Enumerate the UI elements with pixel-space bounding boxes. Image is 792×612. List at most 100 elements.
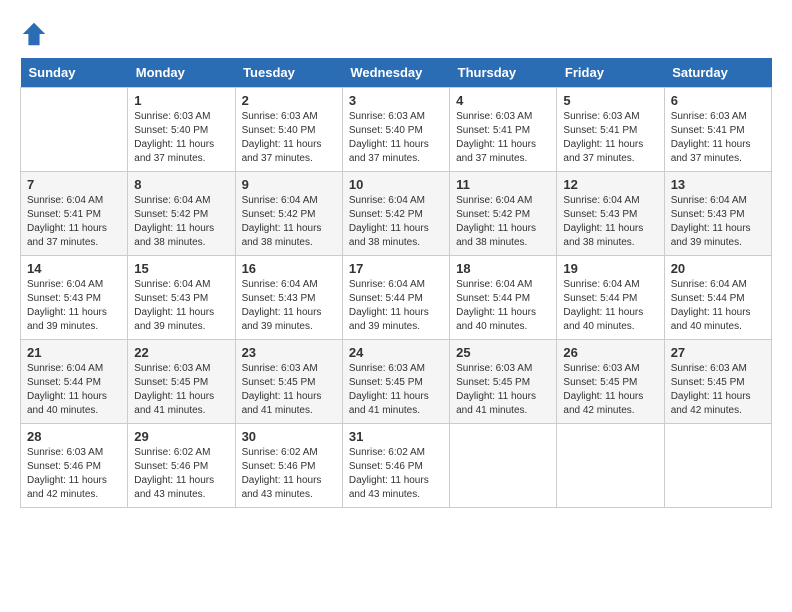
daylight-text: Daylight: 11 hours and 41 minutes. (349, 391, 429, 416)
calendar-cell-w3-d4: 17Sunrise: 6:04 AMSunset: 5:44 PMDayligh… (342, 256, 449, 340)
sunset-text: Sunset: 5:46 PM (134, 461, 208, 472)
day-number: 5 (563, 93, 657, 108)
day-number: 31 (349, 429, 443, 444)
calendar-cell-w5-d7 (664, 424, 771, 508)
daylight-text: Daylight: 11 hours and 42 minutes. (671, 391, 751, 416)
calendar-cell-w2-d2: 8Sunrise: 6:04 AMSunset: 5:42 PMDaylight… (128, 172, 235, 256)
calendar-cell-w1-d1 (21, 88, 128, 172)
calendar-cell-w4-d1: 21Sunrise: 6:04 AMSunset: 5:44 PMDayligh… (21, 340, 128, 424)
sunrise-text: Sunrise: 6:03 AM (349, 111, 425, 122)
day-number: 11 (456, 177, 550, 192)
sunset-text: Sunset: 5:44 PM (27, 377, 101, 388)
day-number: 25 (456, 345, 550, 360)
daylight-text: Daylight: 11 hours and 39 minutes. (349, 307, 429, 332)
day-number: 3 (349, 93, 443, 108)
day-number: 24 (349, 345, 443, 360)
day-detail: Sunrise: 6:03 AM Sunset: 5:46 PM Daylight:… (27, 446, 121, 502)
day-detail: Sunrise: 6:03 AMSunset: 5:41 PMDaylight:… (563, 110, 657, 166)
calendar-week-4: 21Sunrise: 6:04 AMSunset: 5:44 PMDayligh… (21, 340, 772, 424)
calendar-cell-w5-d4: 31Sunrise: 6:02 AMSunset: 5:46 PMDayligh… (342, 424, 449, 508)
calendar-cell-w1-d4: 3 Sunrise: 6:03 AM Sunset: 5:40 PM Daylight… (342, 88, 449, 172)
sunrise-text: Sunrise: 6:04 AM (349, 279, 425, 290)
daylight-text: Daylight: 11 hours and 41 minutes. (456, 391, 536, 416)
day-number: 9 (242, 177, 336, 192)
daylight-text: Daylight: 11 hours and 42 minutes. (27, 475, 107, 500)
sunset-text: Sunset: 5:40 PM (242, 125, 316, 136)
sunrise-text: Sunrise: 6:03 AM (671, 111, 747, 122)
day-detail: Sunrise: 6:04 AMSunset: 5:44 PMDaylight:… (27, 362, 121, 418)
sunrise-text: Sunrise: 6:02 AM (242, 447, 318, 458)
calendar-cell-w5-d3: 30Sunrise: 6:02 AMSunset: 5:46 PMDayligh… (235, 424, 342, 508)
sunrise-text: Sunrise: 6:02 AM (134, 447, 210, 458)
calendar-cell-w4-d7: 27Sunrise: 6:03 AMSunset: 5:45 PMDayligh… (664, 340, 771, 424)
daylight-text: Daylight: 11 hours and 40 minutes. (671, 307, 751, 332)
sunset-text: Sunset: 5:46 PM (27, 461, 101, 472)
calendar-cell-w3-d6: 19Sunrise: 6:04 AMSunset: 5:44 PMDayligh… (557, 256, 664, 340)
sunrise-text: Sunrise: 6:04 AM (671, 195, 747, 206)
daylight-text: Daylight: 11 hours and 37 minutes. (27, 223, 107, 248)
daylight-text: Daylight: 11 hours and 37 minutes. (671, 139, 751, 164)
calendar-cell-w2-d7: 13Sunrise: 6:04 AMSunset: 5:43 PMDayligh… (664, 172, 771, 256)
day-number: 7 (27, 177, 121, 192)
sunset-text: Sunset: 5:45 PM (671, 377, 745, 388)
calendar-cell-w3-d7: 20Sunrise: 6:04 AMSunset: 5:44 PMDayligh… (664, 256, 771, 340)
daylight-text: Daylight: 11 hours and 43 minutes. (242, 475, 322, 500)
calendar-table: SundayMondayTuesdayWednesdayThursdayFrid… (20, 58, 772, 508)
day-detail: Sunrise: 6:03 AMSunset: 5:41 PMDaylight:… (671, 110, 765, 166)
day-detail: Sunrise: 6:04 AMSunset: 5:43 PMDaylight:… (671, 194, 765, 250)
calendar-cell-w3-d3: 16 Sunrise: 6:04 AMSunset: 5:43 PMDayligh… (235, 256, 342, 340)
day-number: 16 (242, 261, 336, 276)
daylight-text: Daylight: 11 hours and 39 minutes. (27, 307, 107, 332)
daylight-text: Daylight: 11 hours and 43 minutes. (134, 475, 214, 500)
page-header (20, 20, 772, 48)
daylight-text: Daylight: 11 hours and 37 minutes. (134, 139, 214, 164)
day-detail: Sunrise: 6:04 AMSunset: 5:41 PMDaylight:… (27, 194, 121, 250)
sunset-text: Sunset: 5:42 PM (134, 209, 208, 220)
day-detail: Sunrise: 6:03 AM Sunset: 5:45 PM Daylight:… (563, 362, 657, 418)
sunrise-text: Sunrise: 6:03 AM (242, 111, 318, 122)
weekday-header-thursday: Thursday (450, 58, 557, 88)
day-detail: Sunrise: 6:04 AMSunset: 5:43 PMDaylight:… (134, 278, 228, 334)
calendar-cell-w1-d7: 6Sunrise: 6:03 AMSunset: 5:41 PMDaylight… (664, 88, 771, 172)
day-number: 26 (563, 345, 657, 360)
calendar-cell-w4-d3: 23Sunrise: 6:03 AMSunset: 5:45 PMDayligh… (235, 340, 342, 424)
sunrise-text: Sunrise: 6:03 AM (563, 363, 639, 374)
day-number: 10 (349, 177, 443, 192)
sunset-text: Sunset: 5:45 PM (563, 377, 637, 388)
daylight-text: Daylight: 11 hours and 42 minutes. (563, 391, 643, 416)
daylight-text: Daylight: 11 hours and 37 minutes. (349, 139, 429, 164)
sunset-text: Sunset: 5:44 PM (349, 293, 423, 304)
sunset-text: Sunset: 5:41 PM (456, 125, 530, 136)
calendar-cell-w2-d5: 11Sunrise: 6:04 AMSunset: 5:42 PMDayligh… (450, 172, 557, 256)
sunset-text: Sunset: 5:40 PM (349, 125, 423, 136)
sunset-text: Sunset: 5:43 PM (563, 209, 637, 220)
day-detail: Sunrise: 6:03 AMSunset: 5:45 PMDaylight:… (456, 362, 550, 418)
day-number: 27 (671, 345, 765, 360)
calendar-cell-w5-d1: 28Sunrise: 6:03 AMSunset: 5:46 PMDayligh… (21, 424, 128, 508)
day-detail: Sunrise: 6:04 AMSunset: 5:42 PMDaylight:… (134, 194, 228, 250)
daylight-text: Daylight: 11 hours and 38 minutes. (563, 223, 643, 248)
sunset-text: Sunset: 5:43 PM (27, 293, 101, 304)
sunset-text: Sunset: 5:45 PM (134, 377, 208, 388)
sunset-text: Sunset: 5:41 PM (27, 209, 101, 220)
calendar-week-5: 28Sunrise: 6:03 AMSunset: 5:46 PMDayligh… (21, 424, 772, 508)
sunrise-text: Sunrise: 6:04 AM (134, 279, 210, 290)
daylight-text: Daylight: 11 hours and 39 minutes. (134, 307, 214, 332)
day-detail: Sunrise: 6:04 AMSunset: 5:43 PMDaylight:… (242, 278, 336, 334)
day-detail: Sunrise: 6:04 AMSunset: 5:42 PMDaylight:… (349, 194, 443, 250)
daylight-text: Daylight: 11 hours and 41 minutes. (242, 391, 322, 416)
day-number: 23 (242, 345, 336, 360)
day-detail: Sunrise: 6:04 AMSunset: 5:44 PMDaylight:… (563, 278, 657, 334)
calendar-week-2: 7Sunrise: 6:04 AMSunset: 5:41 PMDaylight… (21, 172, 772, 256)
day-number: 4 (456, 93, 550, 108)
sunrise-text: Sunrise: 6:03 AM (456, 363, 532, 374)
calendar-cell-w2-d1: 7 Sunrise: 6:04 AMSunset: 5:41 PMDaylight… (21, 172, 128, 256)
calendar-cell-w2-d3: 9Sunrise: 6:04 AMSunset: 5:42 PMDaylight… (235, 172, 342, 256)
calendar-cell-w3-d5: 18Sunrise: 6:04 AMSunset: 5:44 PMDayligh… (450, 256, 557, 340)
sunrise-text: Sunrise: 6:04 AM (242, 279, 318, 290)
day-number: 12 (563, 177, 657, 192)
calendar-week-1: 1Sunrise: 6:03 AMSunset: 5:40 PMDaylight… (21, 88, 772, 172)
day-number: 20 (671, 261, 765, 276)
calendar-cell-w2-d4: 10 Sunrise: 6:04 AMSunset: 5:42 PMDayligh… (342, 172, 449, 256)
sunrise-text: Sunrise: 6:03 AM (27, 447, 103, 458)
